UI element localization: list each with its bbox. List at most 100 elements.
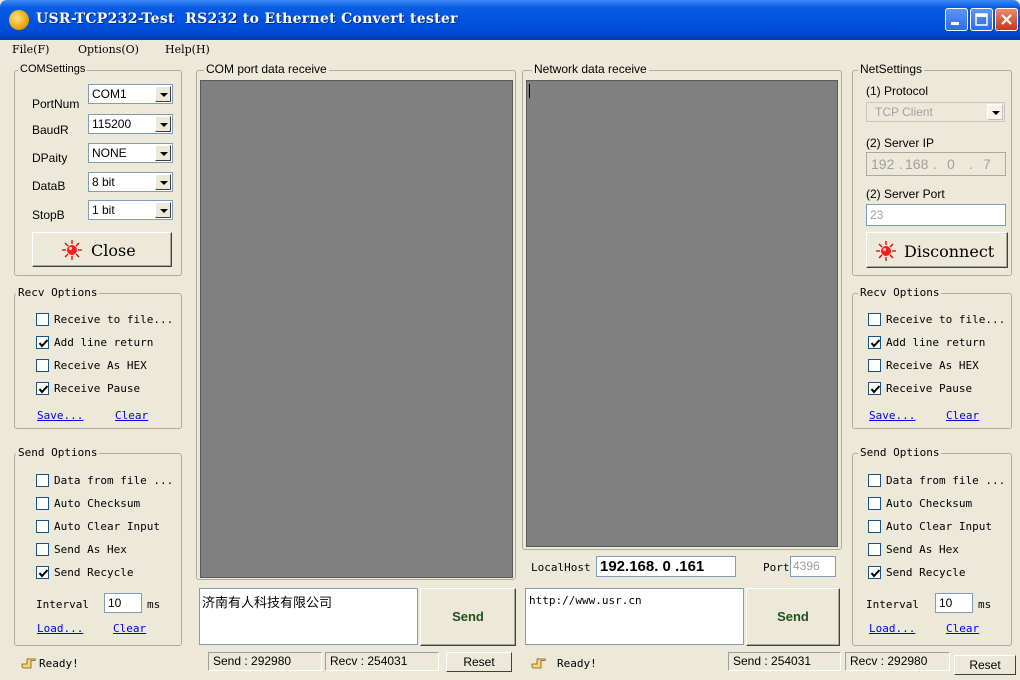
databits-select[interactable]: 8 bit xyxy=(88,172,173,192)
checkmark-icon xyxy=(870,569,881,578)
right-interval-input[interactable]: 10 xyxy=(935,593,973,613)
right-send-as-hex-checkbox[interactable] xyxy=(868,543,881,556)
right-data-from-file-checkbox[interactable] xyxy=(868,474,881,487)
local-port-value: 4396 xyxy=(793,559,820,573)
chevron-down-icon[interactable] xyxy=(155,145,171,161)
left-save-link[interactable]: Save... xyxy=(37,409,83,422)
parity-value: NONE xyxy=(92,146,127,160)
left-data-from-file-label: Data from file ... xyxy=(54,474,174,487)
parity-select[interactable]: NONE xyxy=(88,143,173,163)
disconnect-label: Disconnect xyxy=(904,242,995,261)
com-receive-textarea[interactable] xyxy=(200,80,513,578)
right-receive-to-file-label: Receive to file... xyxy=(886,313,1006,326)
right-auto-clear-input-label: Auto Clear Input xyxy=(886,520,992,533)
right-recv-clear-link[interactable]: Clear xyxy=(946,409,979,422)
menu-options[interactable]: Options(O) xyxy=(78,43,139,56)
close-icon xyxy=(1001,14,1012,25)
left-load-link[interactable]: Load... xyxy=(37,622,83,635)
com-send-button[interactable]: Send xyxy=(420,588,516,646)
checkmark-icon xyxy=(38,339,49,348)
left-receive-as-hex-checkbox[interactable] xyxy=(36,359,49,372)
server-port-field[interactable]: 23 xyxy=(866,204,1006,226)
network-send-input[interactable]: http://www.usr.cn xyxy=(525,588,744,645)
chevron-down-icon[interactable] xyxy=(987,104,1003,120)
hand-pointer-icon xyxy=(21,658,36,669)
window-title: USR-TCP232-Test RS232 to Ethernet Conver… xyxy=(36,11,458,27)
right-receive-to-file-checkbox[interactable] xyxy=(868,313,881,326)
close-button[interactable] xyxy=(995,8,1018,31)
minimize-button[interactable] xyxy=(945,8,968,31)
protocol-select[interactable]: TCP Client xyxy=(866,102,1005,122)
network-receive-textarea[interactable] xyxy=(526,80,838,547)
menu-help[interactable]: Help(H) xyxy=(165,43,210,56)
left-receive-to-file-checkbox[interactable] xyxy=(36,313,49,326)
left-interval-unit: ms xyxy=(147,598,161,611)
local-port-field[interactable]: 4396 xyxy=(790,556,836,577)
stopbits-select[interactable]: 1 bit xyxy=(88,200,173,220)
left-reset-button[interactable]: Reset xyxy=(446,652,512,672)
left-recv-count: Recv : 254031 xyxy=(325,652,439,671)
right-send-count: Send : 254031 xyxy=(728,652,841,671)
right-add-line-return-label: Add line return xyxy=(886,336,986,349)
disconnect-button[interactable]: Disconnect xyxy=(866,232,1008,268)
left-recv-clear-link[interactable]: Clear xyxy=(115,409,148,422)
server-ip-octet-2: 168 xyxy=(905,156,929,172)
usr-app-icon[interactable] xyxy=(9,10,29,30)
chevron-down-icon[interactable] xyxy=(155,202,171,218)
left-send-as-hex-checkbox[interactable] xyxy=(36,543,49,556)
right-receive-pause-checkbox[interactable] xyxy=(868,382,881,395)
right-receive-as-hex-label: Receive As HEX xyxy=(886,359,979,372)
right-load-link[interactable]: Load... xyxy=(869,622,915,635)
com-close-button[interactable]: Close xyxy=(32,232,172,267)
left-receive-as-hex-label: Receive As HEX xyxy=(54,359,147,372)
right-receive-as-hex-checkbox[interactable] xyxy=(868,359,881,372)
left-auto-checksum-checkbox[interactable] xyxy=(36,497,49,510)
left-auto-clear-input-label: Auto Clear Input xyxy=(54,520,160,533)
left-send-clear-link[interactable]: Clear xyxy=(113,622,146,635)
right-send-recycle-checkbox[interactable] xyxy=(868,566,881,579)
chevron-down-icon[interactable] xyxy=(155,116,171,132)
right-save-link[interactable]: Save... xyxy=(869,409,915,422)
server-ip-field[interactable]: 192 . 168 . 0 . 7 xyxy=(866,152,1006,176)
left-interval-input[interactable]: 10 xyxy=(104,593,142,613)
protocol-label: (1) Protocol xyxy=(866,84,929,98)
stopbits-label: StopB xyxy=(32,208,65,222)
server-port-value: 23 xyxy=(870,208,884,222)
localhost-ip-value: 192.168. 0 .161 xyxy=(600,558,705,575)
chevron-down-icon[interactable] xyxy=(155,86,171,102)
menu-file[interactable]: File(F) xyxy=(12,43,49,56)
localhost-ip-field[interactable]: 192.168. 0 .161 xyxy=(596,556,736,577)
portnum-select[interactable]: COM1 xyxy=(88,84,173,104)
left-auto-clear-input-checkbox[interactable] xyxy=(36,520,49,533)
red-led-icon xyxy=(876,241,896,261)
left-add-line-return-checkbox[interactable] xyxy=(36,336,49,349)
chevron-down-icon[interactable] xyxy=(155,174,171,190)
server-ip-octet-4: 7 xyxy=(983,156,991,172)
left-data-from-file-checkbox[interactable] xyxy=(36,474,49,487)
maximize-button[interactable] xyxy=(970,8,993,31)
baudrate-select[interactable]: 115200 xyxy=(88,114,173,134)
left-interval-value: 10 xyxy=(108,596,122,610)
databits-value: 8 bit xyxy=(92,175,115,189)
protocol-value: TCP Client xyxy=(875,105,933,119)
right-add-line-return-checkbox[interactable] xyxy=(868,336,881,349)
left-send-recycle-checkbox[interactable] xyxy=(36,566,49,579)
left-interval-label: Interval xyxy=(36,598,89,611)
com-settings-title: COMSettings xyxy=(18,63,88,75)
right-recv-options-title: Recv Options xyxy=(858,286,942,299)
left-receive-pause-checkbox[interactable] xyxy=(36,382,49,395)
right-reset-button[interactable]: Reset xyxy=(954,655,1016,675)
right-auto-clear-input-checkbox[interactable] xyxy=(868,520,881,533)
right-send-clear-link[interactable]: Clear xyxy=(946,622,979,635)
minimize-icon xyxy=(951,22,959,25)
network-send-text: http://www.usr.cn xyxy=(529,594,642,607)
com-send-text: 济南有人科技有限公司 xyxy=(202,595,333,610)
left-receive-pause-label: Receive Pause xyxy=(54,382,141,395)
stopbits-value: 1 bit xyxy=(92,203,115,217)
network-send-button[interactable]: Send xyxy=(746,588,840,646)
com-send-input[interactable]: 济南有人科技有限公司 xyxy=(199,588,418,645)
checkmark-icon xyxy=(870,385,881,394)
right-interval-label: Interval xyxy=(866,598,919,611)
right-auto-checksum-checkbox[interactable] xyxy=(868,497,881,510)
right-status-ready: Ready! xyxy=(557,657,597,670)
